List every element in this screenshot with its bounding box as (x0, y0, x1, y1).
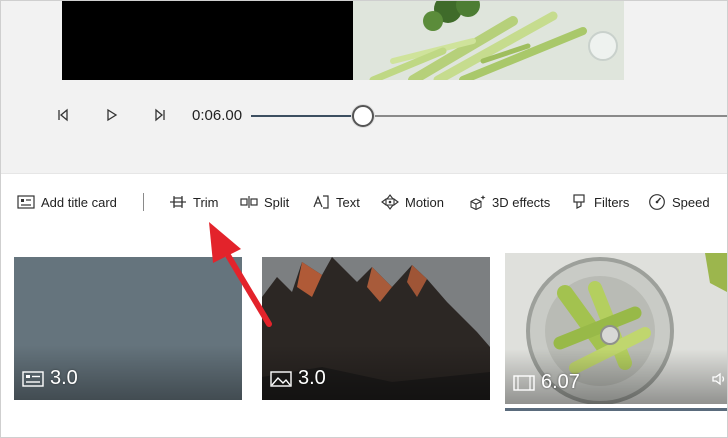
volume-icon[interactable] (711, 371, 727, 392)
speedometer-icon (648, 193, 666, 211)
seek-bar[interactable] (251, 105, 727, 127)
text-icon (312, 193, 330, 211)
storyboard: 3.0 3.0 6.07 (1, 229, 727, 437)
trim-label: Trim (193, 194, 219, 210)
storyboard-card-image[interactable]: 3.0 (262, 257, 490, 400)
split-button[interactable]: Split (240, 191, 289, 213)
selection-indicator (505, 408, 727, 411)
video-preview[interactable] (62, 1, 624, 80)
filters-icon (570, 193, 588, 211)
motion-label: Motion (405, 194, 445, 210)
preview-frame-image (353, 1, 624, 80)
step-forward-icon (155, 108, 165, 122)
filters-label: Filters (594, 194, 630, 210)
card-duration: 3.0 (50, 367, 78, 389)
image-icon (270, 370, 292, 388)
card-info: 6.07 (513, 371, 580, 394)
speed-label: Speed (672, 194, 710, 210)
step-back-icon (58, 108, 68, 122)
card-duration: 6.07 (541, 371, 580, 393)
card-duration: 3.0 (298, 367, 326, 389)
text-label: Text (336, 194, 360, 210)
previous-frame-button[interactable] (53, 105, 73, 125)
preview-area: 0:06.00 (1, 1, 727, 173)
motion-icon (381, 193, 399, 211)
title-card-icon (22, 370, 44, 388)
split-icon (240, 193, 258, 211)
card-info: 3.0 (270, 367, 326, 390)
motion-button[interactable]: Motion (381, 191, 444, 213)
filters-button[interactable]: Filters (570, 191, 629, 213)
add-title-card-label: Add title card (41, 194, 117, 210)
next-frame-button[interactable] (150, 105, 170, 125)
cube-sparkle-icon (468, 193, 486, 211)
storyboard-card-title[interactable]: 3.0 (14, 257, 242, 400)
seek-bar-progress (251, 115, 364, 117)
play-icon (107, 108, 118, 122)
play-button[interactable] (102, 105, 122, 125)
title-card-icon (17, 193, 35, 211)
trim-button[interactable]: Trim (169, 191, 219, 213)
3d-effects-label: 3D effects (492, 194, 551, 210)
text-button[interactable]: Text (312, 191, 360, 213)
toolbar-divider (143, 193, 144, 211)
add-title-card-button[interactable]: Add title card (17, 191, 117, 213)
speed-button[interactable]: Speed (648, 191, 710, 213)
seek-bar-thumb[interactable] (352, 105, 375, 127)
current-time: 0:06.00 (192, 107, 243, 124)
trim-icon (169, 193, 187, 211)
split-label: Split (264, 194, 290, 210)
storyboard-card-video-selected[interactable]: 6.07 (505, 253, 727, 404)
3d-effects-button[interactable]: 3D effects (468, 191, 550, 213)
card-info: 3.0 (22, 367, 78, 390)
storyboard-toolbar: Add title card Trim Split Text Motion 3D… (1, 173, 727, 229)
video-icon (513, 374, 535, 392)
celery-illustration (353, 1, 624, 80)
video-editor: 0:06.00 Add title card Trim Split Text M… (0, 0, 728, 438)
playback-controls: 0:06.00 (1, 93, 727, 139)
